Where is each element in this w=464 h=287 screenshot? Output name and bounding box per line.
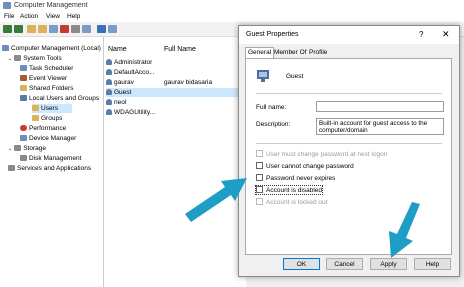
folder-icon [32,115,39,121]
tree-item-task-scheduler[interactable]: Task Scheduler [20,64,73,73]
delete-icon[interactable] [60,25,69,33]
computer-icon [2,45,9,51]
tree-item-disk-management[interactable]: Disk Management [20,154,81,163]
menu-action[interactable]: Action [20,13,38,20]
user-icon [106,89,112,95]
up-folder-icon[interactable] [27,25,36,33]
menu-view[interactable]: View [46,13,60,20]
user-icon [106,109,112,115]
checkbox-must-change-password[interactable]: User must change password at next logon [256,150,387,158]
list-item[interactable]: Guest [106,88,244,97]
username-label: Guest [286,73,304,80]
tree-item-groups[interactable]: Groups [32,114,62,123]
ok-button[interactable]: OK [283,258,320,270]
chevron-down-icon[interactable]: ⌄ [8,56,12,62]
tree-item-root[interactable]: Computer Management (Local) [2,44,101,53]
tree-item-shared-folders[interactable]: Shared Folders [20,84,73,93]
tab-member-of[interactable]: Member Of [272,48,309,58]
divider [256,93,442,94]
list-item[interactable]: DefaultAcco... [106,68,154,77]
tree-item-users[interactable]: Users [32,104,72,113]
users-icon [20,95,27,101]
services-icon [8,165,15,171]
list-item[interactable]: Administrator [106,58,152,67]
help-button[interactable]: Help [414,258,451,270]
close-icon[interactable]: ✕ [442,29,450,40]
window-title: Computer Management [14,2,88,9]
refresh-icon[interactable] [82,25,91,33]
disk-icon [20,155,27,161]
column-header-name[interactable]: Name [108,46,127,53]
checkbox-account-locked-out[interactable]: Account is locked out [256,198,327,206]
tree-item-services-apps[interactable]: Services and Applications [8,164,91,173]
description-field[interactable]: Built-in account for guest access to the… [316,118,444,135]
user-icon [106,69,112,75]
storage-icon [14,145,22,151]
navigation-tree: Computer Management (Local) ⌄ System Tool… [0,37,104,287]
performance-icon [20,125,27,131]
checkbox-account-disabled[interactable]: Account is disabled [254,185,324,195]
tree-item-local-users-groups[interactable]: Local Users and Groups [20,94,99,103]
clock-icon [20,65,27,71]
tree-item-storage[interactable]: ⌄ Storage [8,144,46,153]
show-tree-icon[interactable] [38,25,47,33]
help-icon[interactable] [97,25,106,33]
user-icon [106,99,112,105]
folder-icon [20,85,27,91]
computer-management-icon [3,2,11,9]
folder-icon [32,105,39,111]
list-item[interactable]: gaurav gaurav bidasaria [106,78,212,87]
device-manager-icon [20,135,27,141]
menu-help[interactable]: Help [67,13,80,20]
export-icon[interactable] [71,25,80,33]
tools-icon [14,55,22,61]
chevron-down-icon[interactable]: ⌄ [8,146,12,152]
divider [256,143,442,144]
dialog-title: Guest Properties [246,31,299,38]
main-title-bar: Computer Management [0,0,464,12]
list-item[interactable]: neol [106,98,126,107]
general-tab-panel: Guest Full name: Description: Built-in a… [245,58,452,255]
tree-item-performance[interactable]: Performance [20,124,66,133]
checkbox-cannot-change-password[interactable]: User cannot change password [256,162,354,170]
column-header-full-name[interactable]: Full Name [164,46,196,53]
help-question-icon[interactable]: ? [419,30,423,39]
full-name-field[interactable] [316,101,444,112]
tree-item-event-viewer[interactable]: Event Viewer [20,74,67,83]
tree-item-device-manager[interactable]: Device Manager [20,134,76,143]
list-item[interactable]: WDAGUtility... [106,108,155,117]
tab-profile[interactable]: Profile [307,48,329,58]
menu-file[interactable]: File [4,13,14,20]
checkbox-password-never-expires[interactable]: Password never expires [256,174,335,182]
cancel-button[interactable]: Cancel [326,258,363,270]
dialog-title-bar: Guest Properties ? ✕ [239,26,459,44]
menu-bar: File Action View Help [0,12,464,22]
back-icon[interactable] [3,25,12,33]
description-label: Description: [256,121,291,128]
full-name-label: Full name: [256,104,287,111]
user-icon [106,79,112,85]
apply-button[interactable]: Apply [370,258,407,270]
user-icon [106,59,112,65]
properties-icon[interactable] [49,25,58,33]
event-log-icon [20,75,27,81]
forward-icon[interactable] [14,25,23,33]
users-list: Name Full Name Administrator DefaultAcco… [104,37,246,287]
guest-properties-dialog: Guest Properties ? ✕ General Member Of P… [238,25,460,277]
tree-item-system-tools[interactable]: ⌄ System Tools [8,54,62,63]
user-avatar-icon [256,69,270,83]
show-action-pane-icon[interactable] [108,25,117,33]
